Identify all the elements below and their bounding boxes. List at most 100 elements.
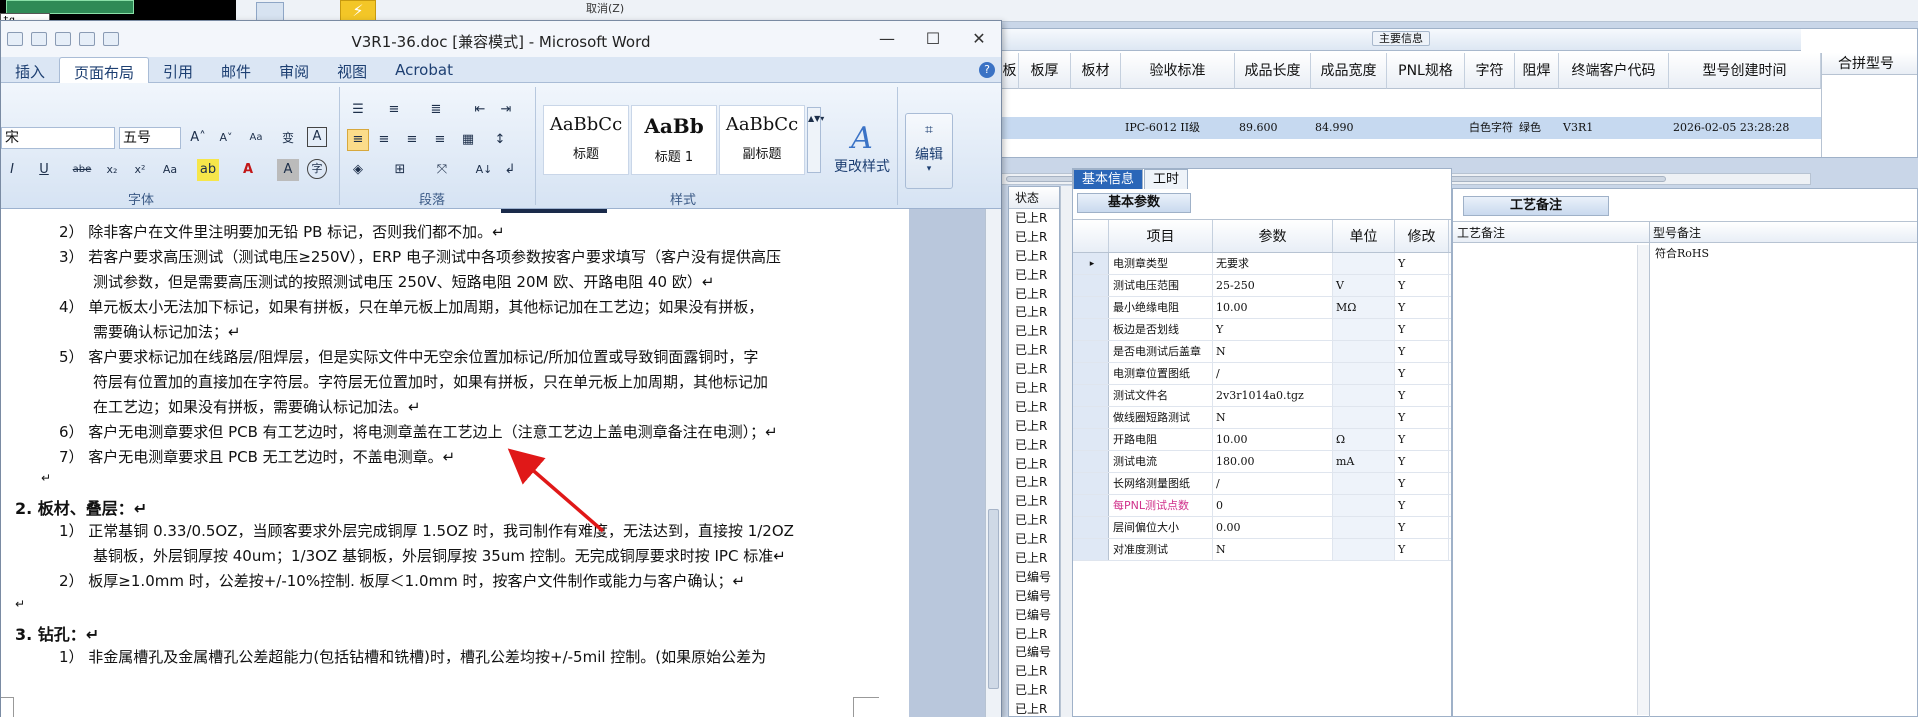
param-item[interactable]: 是否电测试后盖章: [1109, 341, 1213, 362]
status-item[interactable]: 已上R: [1009, 511, 1059, 530]
param-unit[interactable]: [1333, 495, 1395, 516]
cancel-button[interactable]: 取消(Z): [586, 0, 624, 16]
status-item[interactable]: 已上R: [1009, 473, 1059, 492]
clear-format-icon[interactable]: Aa: [245, 127, 267, 149]
row-selector[interactable]: [1073, 429, 1109, 450]
col-header[interactable]: 成品宽度: [1311, 53, 1387, 89]
status-item[interactable]: 已上R: [1009, 436, 1059, 455]
row-selector[interactable]: [1073, 319, 1109, 340]
status-item[interactable]: 已编号: [1009, 587, 1059, 606]
justify-icon[interactable]: ≡: [429, 129, 451, 151]
chinese-layout-icon[interactable]: ⤧: [431, 159, 453, 181]
table-row[interactable]: 测试电压范围 25-250 V Y: [1073, 275, 1451, 297]
param-modify[interactable]: Y: [1395, 341, 1449, 362]
minimize-icon[interactable]: —: [877, 29, 897, 48]
notes-scrollbar[interactable]: [1637, 245, 1649, 715]
param-value[interactable]: N: [1213, 407, 1333, 428]
param-modify[interactable]: Y: [1395, 407, 1449, 428]
param-item[interactable]: 长网络测量图纸: [1109, 473, 1213, 494]
underline-icon[interactable]: U: [33, 159, 55, 181]
row-selector[interactable]: [1073, 495, 1109, 516]
table-row[interactable]: 开路电阻 10.00 Ω Y: [1073, 429, 1451, 451]
row-selector[interactable]: [1073, 473, 1109, 494]
status-item[interactable]: 已上R: [1009, 360, 1059, 379]
pinyin-icon[interactable]: 变: [277, 127, 299, 149]
param-item[interactable]: 对准度测试: [1109, 539, 1213, 560]
status-item[interactable]: 已上R: [1009, 209, 1059, 228]
table-row[interactable]: 最小绝缘电阻 10.00 MΩ Y: [1073, 297, 1451, 319]
tab-view[interactable]: 视图: [323, 57, 381, 83]
col-header-modify[interactable]: 修改: [1395, 220, 1449, 252]
tab-mailings[interactable]: 邮件: [207, 57, 265, 83]
col-header[interactable]: 验收标准: [1121, 53, 1235, 89]
status-item[interactable]: 已上R: [1009, 228, 1059, 247]
italic-icon[interactable]: I: [1, 159, 23, 181]
lightning-icon[interactable]: ⚡: [340, 0, 376, 22]
param-unit[interactable]: [1333, 517, 1395, 538]
col-header-param[interactable]: 参数: [1213, 220, 1333, 252]
col-header[interactable]: 字符: [1465, 53, 1515, 89]
status-item[interactable]: 已上R: [1009, 492, 1059, 511]
param-modify[interactable]: Y: [1395, 539, 1449, 560]
change-case-icon[interactable]: Aa: [159, 159, 181, 181]
param-modify[interactable]: Y: [1395, 473, 1449, 494]
col-header[interactable]: 板材: [1071, 53, 1121, 89]
status-item[interactable]: 已上R: [1009, 379, 1059, 398]
col-header[interactable]: 板厚: [1019, 53, 1071, 89]
status-item[interactable]: 已上R: [1009, 398, 1059, 417]
table-row[interactable]: 每PNL测试点数 0 Y: [1073, 495, 1451, 517]
font-size-select[interactable]: 五号: [119, 127, 181, 149]
param-unit[interactable]: Ω: [1333, 429, 1395, 450]
table-row[interactable]: 做线圈短路测试 N Y: [1073, 407, 1451, 429]
row-selector[interactable]: [1073, 385, 1109, 406]
row-selector[interactable]: [1073, 275, 1109, 296]
col-header-process-note[interactable]: 工艺备注: [1453, 222, 1649, 242]
param-value[interactable]: /: [1213, 363, 1333, 384]
col-header[interactable]: 板: [1001, 53, 1019, 89]
calendar-icon[interactable]: [256, 2, 284, 22]
style-subtitle[interactable]: AaBbCc 副标题: [719, 105, 805, 175]
param-unit[interactable]: [1333, 385, 1395, 406]
bullets-icon[interactable]: ☰: [347, 99, 369, 121]
tab-references[interactable]: 引用: [149, 57, 207, 83]
param-modify[interactable]: Y: [1395, 363, 1449, 384]
style-heading1[interactable]: AaBb 标题 1: [631, 105, 717, 175]
table-row[interactable]: 电测章位置图纸 / Y: [1073, 363, 1451, 385]
font-name-select[interactable]: 宋: [1, 127, 115, 149]
param-modify[interactable]: Y: [1395, 253, 1449, 274]
status-item[interactable]: 已上R: [1009, 322, 1059, 341]
table-row[interactable]: 长网络测量图纸 / Y: [1073, 473, 1451, 495]
tab-insert[interactable]: 插入: [1, 57, 59, 83]
font-color-icon[interactable]: A: [237, 159, 259, 181]
decrease-indent-icon[interactable]: ⇤: [469, 99, 491, 121]
align-left-icon[interactable]: ≡: [347, 129, 369, 151]
param-unit[interactable]: [1333, 539, 1395, 560]
char-shading-icon[interactable]: A: [277, 159, 299, 181]
maximize-icon[interactable]: ☐: [923, 29, 943, 48]
param-value[interactable]: Y: [1213, 319, 1333, 340]
status-item[interactable]: 已上R: [1009, 625, 1059, 644]
param-value[interactable]: 无要求: [1213, 253, 1333, 274]
borders-icon[interactable]: ⊞: [389, 159, 411, 181]
table-row[interactable]: 板边是否划线 Y Y: [1073, 319, 1451, 341]
row-selector[interactable]: [1073, 407, 1109, 428]
table-row[interactable]: 测试文件名 2v3r1014a0.tgz Y: [1073, 385, 1451, 407]
param-unit[interactable]: [1333, 363, 1395, 384]
param-unit[interactable]: MΩ: [1333, 297, 1395, 318]
row-selector[interactable]: [1073, 517, 1109, 538]
col-header[interactable]: 成品长度: [1235, 53, 1311, 89]
param-unit[interactable]: [1333, 473, 1395, 494]
row-selector[interactable]: [1073, 297, 1109, 318]
tab-work-hours[interactable]: 工时: [1144, 169, 1189, 189]
style-normal[interactable]: AaBbCc 标题: [543, 105, 629, 175]
status-item[interactable]: 已上R: [1009, 417, 1059, 436]
table-row[interactable]: 是否电测试后盖章 N Y: [1073, 341, 1451, 363]
styles-scroll-icon[interactable]: ▲▼▾: [807, 107, 824, 173]
param-value[interactable]: N: [1213, 539, 1333, 560]
process-notes-tab[interactable]: 工艺备注: [1463, 196, 1610, 216]
status-item[interactable]: 已上R: [1009, 681, 1059, 700]
status-item[interactable]: 已上R: [1009, 266, 1059, 285]
status-item[interactable]: 已上R: [1009, 303, 1059, 322]
line-spacing-icon[interactable]: ↕: [489, 129, 511, 151]
sort-icon[interactable]: A↓: [473, 159, 495, 181]
